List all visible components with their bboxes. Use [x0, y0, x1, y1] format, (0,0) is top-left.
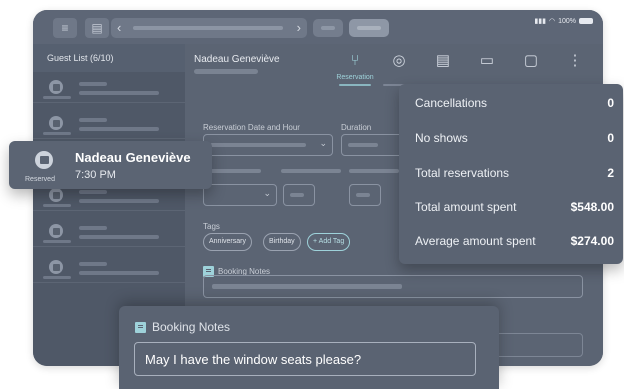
phone-icon — [49, 224, 63, 238]
phone-icon — [49, 80, 63, 94]
cutlery-icon: ⑂ — [350, 51, 360, 69]
top-bar: ≡ ▤ ‹ › ▮▮▮ ◠ 100% — [33, 10, 603, 44]
note-icon — [135, 321, 146, 333]
phone-icon — [49, 260, 63, 274]
booking-notes-card-title: Booking Notes — [152, 320, 231, 334]
stat-value: 0 — [607, 131, 614, 145]
guest-list-item[interactable] — [33, 72, 185, 103]
field-label-placeholder — [349, 169, 399, 173]
guest-list-item[interactable] — [33, 252, 185, 283]
stat-label: Total amount spent — [415, 200, 517, 214]
stat-row: Cancellations 0 — [415, 96, 614, 116]
signal-icon: ▮▮▮ — [534, 18, 546, 25]
stat-label: Cancellations — [415, 96, 488, 110]
forward-icon[interactable]: › — [297, 21, 301, 35]
reservation-date-label: Reservation Date and Hour — [203, 123, 300, 132]
reservation-date-select[interactable]: ⌄ — [203, 134, 333, 156]
party-select[interactable]: ⌄ — [203, 184, 277, 206]
tag-anniversary[interactable]: Anniversary — [203, 233, 252, 251]
stat-label: No shows — [415, 131, 468, 145]
phone-icon — [49, 188, 63, 202]
field-label-placeholder — [281, 169, 341, 173]
booking-notes-card: Booking Notes May I have the window seat… — [119, 306, 499, 389]
card-icon: ▭ — [479, 52, 495, 69]
address-bar-placeholder — [133, 26, 283, 30]
user-circle-icon: ◎ — [392, 52, 406, 69]
stat-value: $548.00 — [570, 200, 614, 214]
stat-row: Total reservations 2 — [415, 166, 614, 186]
booking-notes-field[interactable] — [203, 275, 583, 298]
stat-value: $274.00 — [570, 234, 614, 248]
stat-label: Total reservations — [415, 166, 510, 180]
tab-reservation[interactable]: ⑂ Reservation — [335, 44, 375, 92]
battery-label: 100% — [558, 17, 576, 25]
booking-notes-card-title-row: Booking Notes — [135, 320, 230, 334]
toolbar-pill-active[interactable] — [349, 19, 389, 37]
chevron-down-icon: ⌄ — [263, 188, 271, 198]
back-icon[interactable]: ‹ — [117, 21, 121, 35]
stat-row: No shows 0 — [415, 131, 614, 151]
duration-label: Duration — [341, 123, 372, 132]
booking-notes-input[interactable]: May I have the window seats please? — [134, 342, 476, 376]
guest-list-header: Guest List (6/10) — [33, 44, 185, 72]
stat-value: 2 — [607, 166, 614, 180]
toolbar-pill[interactable] — [313, 19, 343, 37]
tags-label: Tags — [203, 222, 220, 231]
guest-list-item[interactable] — [33, 108, 185, 139]
guest-card-time: 7:30 PM — [75, 169, 116, 181]
guest-stats-card: Cancellations 0 No shows 0 Total reserva… — [399, 84, 623, 264]
duration-select[interactable] — [341, 134, 403, 156]
guest-name-heading: Nadeau Geneviève — [194, 54, 280, 65]
address-bar[interactable]: ‹ › — [111, 18, 307, 38]
phone-icon — [49, 116, 63, 130]
menu-icon[interactable]: ≡ — [53, 18, 77, 38]
stat-row: Total amount spent $548.00 — [415, 200, 614, 220]
tab-reservation-label: Reservation — [336, 74, 374, 81]
stat-label: Average amount spent — [415, 234, 536, 248]
document-icon[interactable]: ▤ — [85, 18, 109, 38]
guest-card-status: Reserved — [25, 176, 55, 183]
stat-row: Average amount spent $274.00 — [415, 234, 614, 254]
chat-icon: ▢ — [523, 52, 539, 69]
guest-card-name: Nadeau Geneviève — [75, 150, 191, 165]
battery-icon — [579, 18, 593, 24]
wifi-icon: ◠ — [548, 18, 556, 25]
add-tag-button[interactable]: + Add Tag — [307, 233, 351, 251]
tag-birthday[interactable]: Birthday — [263, 233, 301, 251]
guest-subtitle-placeholder — [194, 69, 258, 74]
chevron-down-icon: ⌄ — [319, 138, 327, 148]
more-icon: ⋮ — [567, 52, 583, 69]
guest-list-item[interactable] — [33, 216, 185, 247]
small-field[interactable] — [283, 184, 315, 206]
phone-icon — [35, 151, 53, 169]
small-field[interactable] — [349, 184, 381, 206]
file-icon: ▤ — [435, 52, 451, 69]
status-indicators: ▮▮▮ ◠ 100% — [534, 17, 593, 25]
guest-card[interactable]: Nadeau Geneviève 7:30 PM Reserved — [9, 141, 212, 189]
stat-value: 0 — [607, 96, 614, 110]
